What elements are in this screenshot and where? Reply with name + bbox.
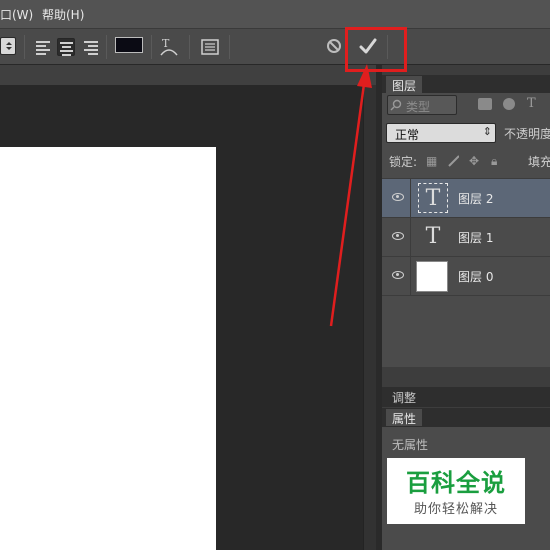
menu-bar: 口(W) 帮助(H)	[0, 0, 550, 28]
layer-row-2[interactable]: T 图层 2	[382, 178, 550, 218]
visibility-eye-icon[interactable]	[392, 271, 404, 279]
visibility-eye-icon[interactable]	[392, 232, 404, 240]
watermark-subtitle: 助你轻松解决	[413, 502, 498, 517]
filter-kind-label: 类型	[406, 100, 431, 114]
menu-help[interactable]: 帮助(H)	[42, 6, 84, 23]
separator	[189, 35, 190, 59]
vertical-scrollbar[interactable]	[363, 85, 376, 550]
menu-window[interactable]: 口(W)	[0, 6, 33, 23]
separator	[229, 35, 230, 59]
lock-transparent-icon[interactable]: ▦	[426, 155, 438, 167]
lock-label: 锁定:	[389, 155, 418, 169]
watermark-title: 百科全说	[406, 469, 506, 497]
cancel-icon[interactable]	[326, 38, 342, 54]
filter-pixel-icon[interactable]	[478, 98, 492, 110]
lock-all-icon[interactable]: 🔒︎	[491, 155, 503, 167]
tab-layers[interactable]: 图层	[386, 76, 423, 93]
text-layer-thumbnail: T	[418, 183, 448, 213]
separator	[106, 35, 107, 59]
layers-empty-area	[382, 295, 550, 367]
search-icon	[390, 99, 402, 111]
filter-type-icon[interactable]: T	[527, 96, 536, 111]
properties-empty-text: 无属性	[392, 438, 429, 452]
document-canvas[interactable]	[0, 147, 216, 550]
character-panel-icon[interactable]	[200, 38, 220, 56]
options-bar: T	[0, 28, 550, 64]
layer-row-0[interactable]: 图层 0	[382, 256, 550, 296]
opacity-label: 不透明度	[504, 127, 550, 141]
separator	[24, 35, 25, 59]
svg-text:T: T	[162, 37, 170, 50]
column-divider	[410, 179, 411, 218]
layer-name[interactable]: 图层 2	[458, 190, 493, 207]
layer-name[interactable]: 图层 1	[458, 229, 493, 246]
align-right-icon[interactable]	[82, 38, 100, 56]
filter-adjustment-icon[interactable]	[503, 98, 515, 110]
text-layer-thumbnail: T	[425, 224, 441, 249]
layer-name[interactable]: 图层 0	[458, 268, 493, 285]
annotation-highlight-box	[345, 27, 407, 72]
document-tab-bar	[0, 65, 376, 85]
visibility-eye-icon[interactable]	[392, 193, 404, 201]
tab-properties[interactable]: 属性	[386, 409, 423, 426]
font-size-dropdown-arrow[interactable]	[0, 37, 16, 55]
align-center-icon[interactable]	[57, 38, 75, 56]
align-left-icon[interactable]	[34, 38, 52, 56]
lock-move-icon[interactable]: ✥	[469, 155, 481, 167]
blend-mode-select[interactable]: 正常	[386, 123, 496, 143]
pixel-layer-thumbnail	[416, 261, 448, 292]
fill-label: 填充	[528, 155, 550, 169]
layer-row-1[interactable]: T 图层 1	[382, 217, 550, 257]
separator	[151, 35, 152, 59]
lock-brush-icon[interactable]	[447, 155, 459, 167]
watermark: 百科全说 助你轻松解决	[387, 458, 525, 524]
tab-adjustments[interactable]: 调整	[386, 388, 422, 405]
text-color-swatch[interactable]	[115, 37, 143, 53]
column-divider	[410, 218, 411, 257]
column-divider	[410, 257, 411, 296]
warp-text-icon[interactable]: T	[159, 36, 179, 58]
